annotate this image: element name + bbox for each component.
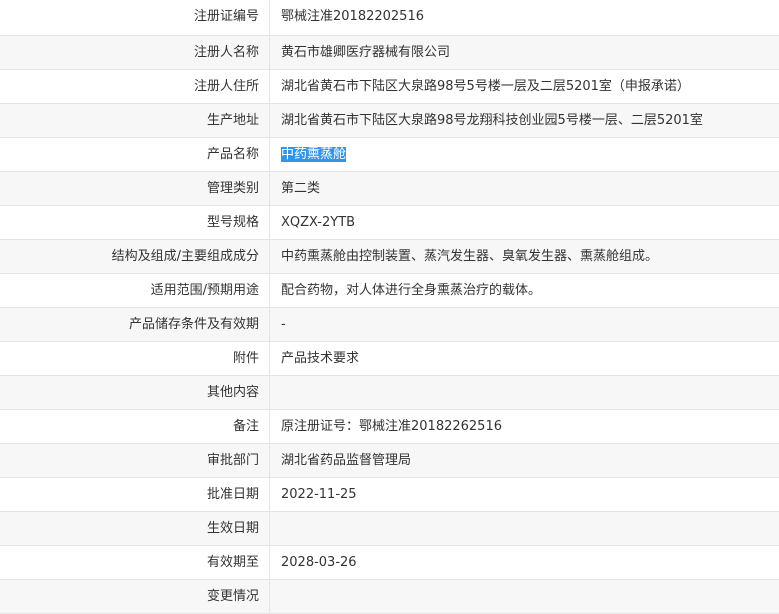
table-row: 产品名称 中药熏蒸舱 bbox=[0, 138, 779, 172]
row-value: 产品技术要求 bbox=[281, 351, 360, 366]
row-label: 管理类别 bbox=[0, 172, 270, 205]
row-label: 结构及组成/主要组成成分 bbox=[0, 240, 270, 273]
table-row: 附件 产品技术要求 bbox=[0, 342, 779, 376]
row-value bbox=[270, 580, 779, 613]
row-value: 黄石市雄卿医疗器械有限公司 bbox=[281, 45, 451, 60]
table-row: 其他内容 bbox=[0, 376, 779, 410]
table-row: 注册人住所 湖北省黄石市下陆区大泉路98号5号楼一层及二层5201室（申报承诺） bbox=[0, 70, 779, 104]
row-label: 注册人住所 bbox=[0, 70, 270, 103]
row-value: 湖北省黄石市下陆区大泉路98号龙翔科技创业园5号楼一层、二层5201室 bbox=[281, 113, 703, 128]
table-row: 备注 原注册证号：鄂械注准20182262516 bbox=[0, 410, 779, 444]
row-label: 产品储存条件及有效期 bbox=[0, 308, 270, 341]
table-row: 生效日期 bbox=[0, 512, 779, 546]
row-value: - bbox=[281, 317, 286, 332]
row-label: 注册人名称 bbox=[0, 36, 270, 69]
row-label: 有效期至 bbox=[0, 546, 270, 579]
row-value: XQZX-2YTB bbox=[281, 215, 356, 230]
row-label: 生效日期 bbox=[0, 512, 270, 545]
table-row: 变更情况 bbox=[0, 580, 779, 614]
selected-product-name[interactable]: 中药熏蒸舱 bbox=[281, 147, 347, 162]
row-label: 型号规格 bbox=[0, 206, 270, 239]
row-label: 批准日期 bbox=[0, 478, 270, 511]
row-value: 湖北省黄石市下陆区大泉路98号5号楼一层及二层5201室（申报承诺） bbox=[281, 79, 690, 94]
row-value: 原注册证号：鄂械注准20182262516 bbox=[281, 419, 502, 434]
row-label: 附件 bbox=[0, 342, 270, 375]
table-row: 型号规格 XQZX-2YTB bbox=[0, 206, 779, 240]
row-label: 产品名称 bbox=[0, 138, 270, 171]
row-value: 鄂械注准20182202516 bbox=[281, 9, 424, 24]
table-row: 审批部门 湖北省药品监督管理局 bbox=[0, 444, 779, 478]
table-row: 注册证编号 鄂械注准20182202516 bbox=[0, 0, 779, 36]
row-label: 适用范围/预期用途 bbox=[0, 274, 270, 307]
row-label: 生产地址 bbox=[0, 104, 270, 137]
table-row: 批准日期 2022-11-25 bbox=[0, 478, 779, 512]
row-label: 备注 bbox=[0, 410, 270, 443]
row-value bbox=[270, 376, 779, 409]
table-row: 注册人名称 黄石市雄卿医疗器械有限公司 bbox=[0, 36, 779, 70]
row-label: 其他内容 bbox=[0, 376, 270, 409]
row-label: 审批部门 bbox=[0, 444, 270, 477]
row-value: 湖北省药品监督管理局 bbox=[281, 453, 412, 468]
table-row: 有效期至 2028-03-26 bbox=[0, 546, 779, 580]
row-value bbox=[270, 512, 779, 545]
row-label: 注册证编号 bbox=[0, 0, 270, 35]
row-value: 配合药物，对人体进行全身熏蒸治疗的载体。 bbox=[281, 283, 542, 298]
row-value: 2028-03-26 bbox=[281, 555, 357, 570]
row-value: 第二类 bbox=[281, 181, 321, 196]
table-row: 管理类别 第二类 bbox=[0, 172, 779, 206]
table-row: 结构及组成/主要组成成分 中药熏蒸舱由控制装置、蒸汽发生器、臭氧发生器、熏蒸舱组… bbox=[0, 240, 779, 274]
table-row: 产品储存条件及有效期 - bbox=[0, 308, 779, 342]
table-row: 生产地址 湖北省黄石市下陆区大泉路98号龙翔科技创业园5号楼一层、二层5201室 bbox=[0, 104, 779, 138]
row-value: 中药熏蒸舱由控制装置、蒸汽发生器、臭氧发生器、熏蒸舱组成。 bbox=[281, 249, 659, 264]
row-value: 中药熏蒸舱 bbox=[270, 138, 779, 171]
registration-detail-table: 注册证编号 鄂械注准20182202516 注册人名称 黄石市雄卿医疗器械有限公… bbox=[0, 0, 779, 614]
row-value: 2022-11-25 bbox=[281, 487, 357, 502]
table-row: 适用范围/预期用途 配合药物，对人体进行全身熏蒸治疗的载体。 bbox=[0, 274, 779, 308]
row-label: 变更情况 bbox=[0, 580, 270, 613]
